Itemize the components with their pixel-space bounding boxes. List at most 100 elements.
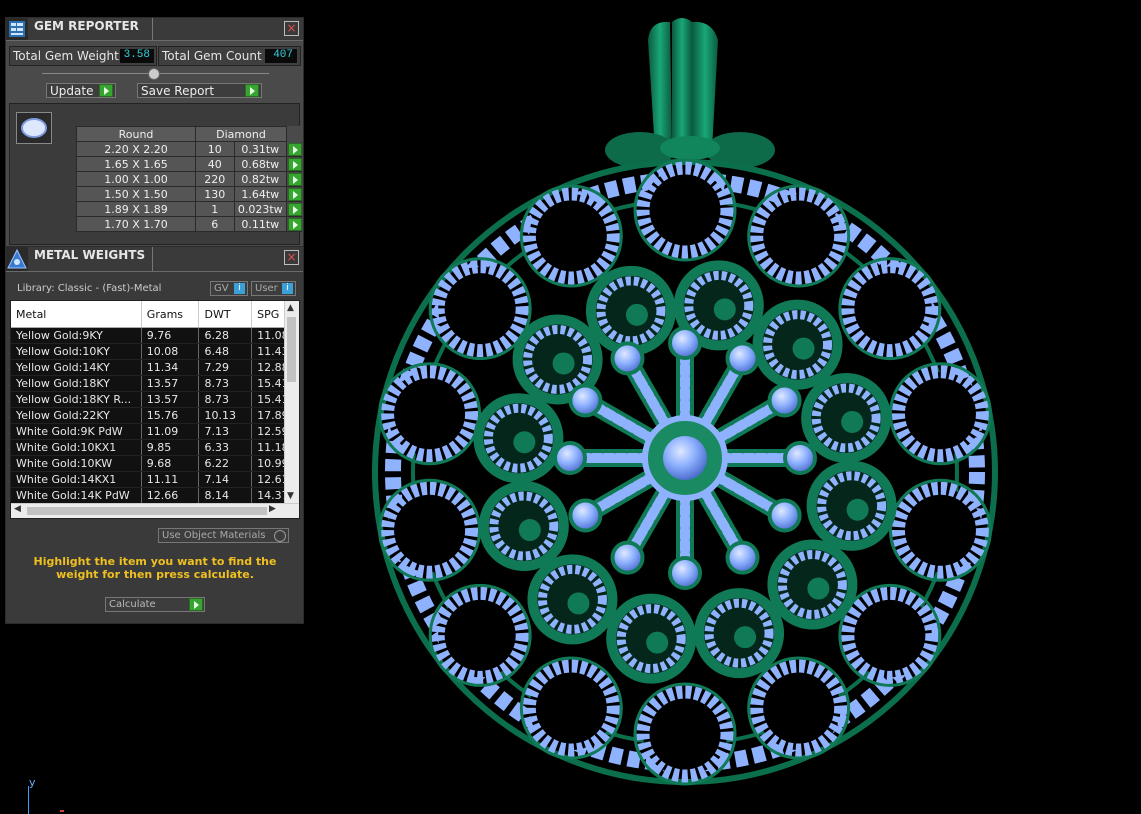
library-label: Library: Classic - (Fast)-Metal [17,283,162,294]
gem-row[interactable]: 2.20 X 2.20 10 0.31tw [76,141,302,157]
gem-count: 40 [195,156,235,172]
metal-grams: 9.76 [141,327,200,344]
metal-name: White Gold:10KX1 [11,439,142,456]
user-toggle[interactable]: User i [251,281,296,296]
metal-row[interactable]: Yellow Gold:14KY 11.34 7.29 12.88 [11,359,299,376]
scroll-right-icon[interactable]: ▶ [269,504,276,514]
gem-loop [431,586,529,684]
close-icon[interactable]: × [284,250,299,265]
scroll-left-icon[interactable]: ◀ [14,504,21,514]
gem-select-button[interactable] [286,201,302,217]
metal-row[interactable]: Yellow Gold:22KY 15.76 10.13 17.89 [11,407,299,424]
gem-select-button[interactable] [286,141,302,157]
column-header-grams[interactable]: Grams [141,301,200,328]
calculate-label: Calculate [109,599,156,610]
column-header-dwt[interactable]: DWT [198,301,253,328]
gem-table: Round Diamond 2.20 X 2.20 10 0.31tw 1.65… [76,126,302,232]
gem-size: 1.65 X 1.65 [76,156,196,172]
scroll-down-icon[interactable]: ▼ [287,491,294,501]
metal-row[interactable]: White Gold:9K PdW 11.09 7.13 12.59 [11,423,299,440]
metal-grams: 11.34 [141,359,200,376]
gem-loop [381,365,479,463]
total-gem-weight-box: Total Gem Weight 3.58 [9,46,157,66]
checkbox-icon [274,530,286,542]
gem-row[interactable]: 1.00 X 1.00 220 0.82tw [76,171,302,187]
metal-grams: 10.08 [141,343,200,360]
update-button[interactable]: Update [46,83,116,98]
axis-indicator: y [26,776,64,814]
save-report-button[interactable]: Save Report [137,83,262,98]
column-header-shape: Round [76,126,196,142]
gem-row[interactable]: 1.89 X 1.89 1 0.023tw [76,201,302,217]
metal-name: Yellow Gold:10KY [11,343,142,360]
metal-name: Yellow Gold:14KY [11,359,142,376]
info-icon: i [234,283,245,294]
gem-select-button[interactable] [286,171,302,187]
viewport-pendant[interactable] [305,0,1141,813]
metal-row[interactable]: Yellow Gold:18KY R... 13.57 8.73 15.41 [11,391,299,408]
metal-row[interactable]: White Gold:10KX1 9.85 6.33 11.18 [11,439,299,456]
close-icon[interactable]: × [284,21,299,36]
column-header-metal[interactable]: Metal [11,301,142,328]
metal-name: White Gold:10KW [11,455,142,472]
metal-name: White Gold:14K PdW [11,487,142,504]
play-icon [288,143,302,156]
metal-grams: 15.76 [141,407,200,424]
metal-dwt: 8.14 [198,487,253,504]
vertical-scrollbar[interactable]: ▲ ▼ [284,301,299,503]
play-icon [245,84,259,97]
gem-loop [381,481,479,579]
horizontal-scrollbar[interactable]: ◀ ▶ [11,503,299,518]
gem-select-button[interactable] [286,156,302,172]
gem-loop [522,659,620,757]
column-header-stone: Diamond [195,126,287,142]
scroll-thumb[interactable] [287,317,296,382]
gv-toggle[interactable]: GV i [210,281,248,296]
metal-row[interactable]: Yellow Gold:18KY 13.57 8.73 15.41 [11,375,299,392]
gem-weight: 0.82tw [233,171,288,187]
gem-report-icon [6,18,28,40]
metal-name: Yellow Gold:18KY [11,375,142,392]
metal-dwt: 7.14 [198,471,253,488]
use-object-materials-checkbox[interactable]: Use Object Materials [158,528,289,543]
gem-row[interactable]: 1.50 X 1.50 130 1.64tw [76,186,302,202]
gem-row[interactable]: 1.70 X 1.70 6 0.11tw [76,216,302,232]
gem-table-header: Round Diamond [76,126,302,142]
metal-weights-title: METAL WEIGHTS [34,247,153,271]
total-gem-weight-label: Total Gem Weight [13,49,119,63]
play-icon [288,203,302,216]
scroll-up-icon[interactable]: ▲ [287,303,294,313]
scroll-thumb-h[interactable] [27,507,267,515]
metal-row[interactable]: Yellow Gold:9KY 9.76 6.28 11.08 [11,327,299,344]
total-gem-count-value: 407 [265,49,297,63]
calculate-button[interactable]: Calculate [105,597,205,612]
gem-weight: 0.023tw [233,201,288,217]
pendant-bail [605,18,775,168]
metal-table-header: Metal Grams DWT SPG [11,301,299,328]
metal-weights-icon [6,247,28,271]
info-icon: i [282,283,293,294]
gem-select-button[interactable] [286,216,302,232]
metal-grams: 9.68 [141,455,200,472]
metal-name: Yellow Gold:18KY R... [11,391,142,408]
gem-weight: 1.64tw [233,186,288,202]
use-object-materials-label: Use Object Materials [162,530,266,541]
splitter-handle[interactable] [42,68,269,80]
metal-row[interactable]: White Gold:14KX1 11.11 7.14 12.61 [11,471,299,488]
gem-loop [750,187,848,285]
metal-row[interactable]: White Gold:14K PdW 12.66 8.14 14.37 [11,487,299,504]
gem-loop [841,586,939,684]
gem-loop [431,260,529,358]
gem-loop [522,187,620,285]
metal-dwt: 6.28 [198,327,253,344]
metal-dwt: 8.73 [198,375,253,392]
gem-size: 1.70 X 1.70 [76,216,196,232]
metal-row[interactable]: White Gold:10KW 9.68 6.22 10.99 [11,455,299,472]
metal-dwt: 8.73 [198,391,253,408]
metal-grams: 11.11 [141,471,200,488]
gem-select-button[interactable] [286,186,302,202]
gem-row[interactable]: 1.65 X 1.65 40 0.68tw [76,156,302,172]
gem-size: 1.00 X 1.00 [76,171,196,187]
metal-row[interactable]: Yellow Gold:10KY 10.08 6.48 11.43 [11,343,299,360]
metal-grid: Metal Grams DWT SPG Yellow Gold:9KY 9.76 6… [11,301,299,504]
